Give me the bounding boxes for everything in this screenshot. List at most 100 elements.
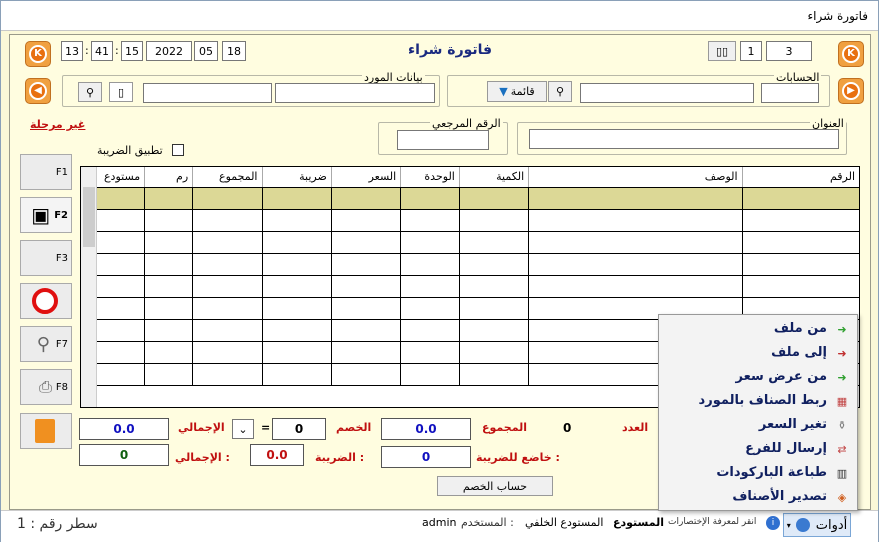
menu-item[interactable]: ▦ ربط الصناف بالمورد [659, 390, 857, 414]
copy-button[interactable]: F3 [20, 240, 72, 276]
table-cell[interactable] [192, 231, 263, 254]
table-cell[interactable] [97, 319, 146, 342]
table-cell[interactable] [331, 319, 402, 342]
table-cell[interactable] [262, 275, 332, 298]
table-cell[interactable] [192, 187, 263, 210]
table-cell[interactable] [97, 231, 146, 254]
table-cell[interactable] [97, 187, 146, 210]
menu-item[interactable]: ⇄ إرسال للفرع [659, 438, 857, 462]
table-cell[interactable] [400, 363, 460, 386]
table-cell[interactable] [400, 231, 460, 254]
menu-item[interactable]: ➜ إلى ملف [659, 342, 857, 366]
menu-item[interactable]: ◈ تصدير الأصناف [659, 486, 857, 510]
table-row[interactable] [97, 231, 859, 254]
table-cell[interactable] [262, 319, 332, 342]
supplier-code-field[interactable] [143, 83, 272, 103]
table-cell[interactable] [528, 231, 743, 254]
table-cell[interactable] [400, 297, 460, 320]
book-icon[interactable]: ▯▯ [708, 41, 736, 61]
table-cell[interactable] [459, 341, 530, 364]
table-cell[interactable] [97, 341, 146, 364]
table-cell[interactable] [400, 319, 460, 342]
menu-item[interactable]: ▥ طباعة الباركودات [659, 462, 857, 486]
year-field[interactable]: 2022 [146, 41, 192, 61]
table-cell[interactable] [144, 319, 194, 342]
table-cell[interactable] [97, 363, 146, 386]
tools-button[interactable]: ▾ أدوات [783, 513, 851, 537]
table-cell[interactable] [331, 275, 402, 298]
table-cell[interactable] [192, 253, 263, 276]
table-cell[interactable] [742, 253, 859, 276]
table-cell[interactable] [459, 319, 530, 342]
info-icon[interactable]: i [766, 516, 780, 530]
month-field[interactable]: 05 [194, 41, 218, 61]
page-of-field[interactable]: 1 [740, 41, 762, 61]
supplier-name-field[interactable] [275, 83, 435, 103]
menu-item[interactable]: ➜ من عرض سعر [659, 366, 857, 390]
table-row[interactable] [97, 187, 859, 210]
table-row[interactable] [97, 275, 859, 298]
table-cell[interactable] [192, 297, 263, 320]
table-cell[interactable] [459, 275, 530, 298]
table-cell[interactable] [331, 253, 402, 276]
table-cell[interactable] [400, 275, 460, 298]
hour-field[interactable]: 13 [61, 41, 83, 61]
table-cell[interactable] [331, 363, 402, 386]
table-cell[interactable] [262, 341, 332, 364]
table-cell[interactable] [144, 231, 194, 254]
menu-item[interactable]: ⚱ تغير السعر [659, 414, 857, 438]
day-field[interactable]: 18 [222, 41, 246, 61]
table-cell[interactable] [459, 209, 530, 232]
table-cell[interactable] [262, 187, 332, 210]
table-cell[interactable] [742, 187, 859, 210]
table-cell[interactable] [459, 363, 530, 386]
table-cell[interactable] [97, 275, 146, 298]
next-record-button[interactable]: ▶ [838, 78, 864, 104]
table-cell[interactable] [331, 297, 402, 320]
table-cell[interactable] [528, 275, 743, 298]
menu-item[interactable]: ➜ من ملف [659, 318, 857, 342]
table-cell[interactable] [192, 319, 263, 342]
account-search-icon[interactable]: ⚲ [548, 81, 572, 102]
new-document-icon[interactable]: ▯ [109, 82, 133, 102]
search-icon[interactable]: ⚲ [78, 82, 102, 102]
calc-discount-button[interactable]: حساب الخصم [437, 476, 553, 496]
table-cell[interactable] [459, 231, 530, 254]
discount-field[interactable]: 0 [272, 418, 326, 440]
table-cell[interactable] [331, 187, 402, 210]
table-cell[interactable] [97, 209, 146, 232]
table-cell[interactable] [97, 297, 146, 320]
save-button[interactable]: ▣ F2 [20, 197, 72, 233]
table-cell[interactable] [459, 253, 530, 276]
table-cell[interactable] [144, 253, 194, 276]
account-code-field[interactable] [761, 83, 819, 103]
table-cell[interactable] [192, 209, 263, 232]
table-cell[interactable] [144, 187, 194, 210]
discount-op-select[interactable]: ⌄ [232, 419, 254, 439]
print-button[interactable]: ⎙ F8 [20, 369, 72, 405]
table-cell[interactable] [528, 253, 743, 276]
table-cell[interactable] [400, 187, 460, 210]
table-cell[interactable] [262, 297, 332, 320]
table-cell[interactable] [262, 231, 332, 254]
table-row[interactable] [97, 209, 859, 232]
new-file-button[interactable]: F1 [20, 154, 72, 190]
list-button[interactable]: ▼ قائمة [487, 81, 547, 102]
table-row[interactable] [97, 253, 859, 276]
table-cell[interactable] [459, 187, 530, 210]
table-cell[interactable] [262, 253, 332, 276]
apply-tax-checkbox[interactable] [172, 144, 184, 156]
exit-button[interactable] [20, 413, 72, 449]
table-cell[interactable] [331, 209, 402, 232]
table-cell[interactable] [331, 231, 402, 254]
table-cell[interactable] [331, 341, 402, 364]
delete-button[interactable] [20, 283, 72, 319]
page-number-field[interactable]: 3 [766, 41, 812, 61]
table-cell[interactable] [400, 209, 460, 232]
table-cell[interactable] [400, 341, 460, 364]
table-cell[interactable] [528, 209, 743, 232]
last-record-button[interactable]: K [838, 41, 864, 67]
table-cell[interactable] [144, 363, 194, 386]
address-field[interactable] [529, 129, 839, 149]
minute-field[interactable]: 41 [91, 41, 113, 61]
